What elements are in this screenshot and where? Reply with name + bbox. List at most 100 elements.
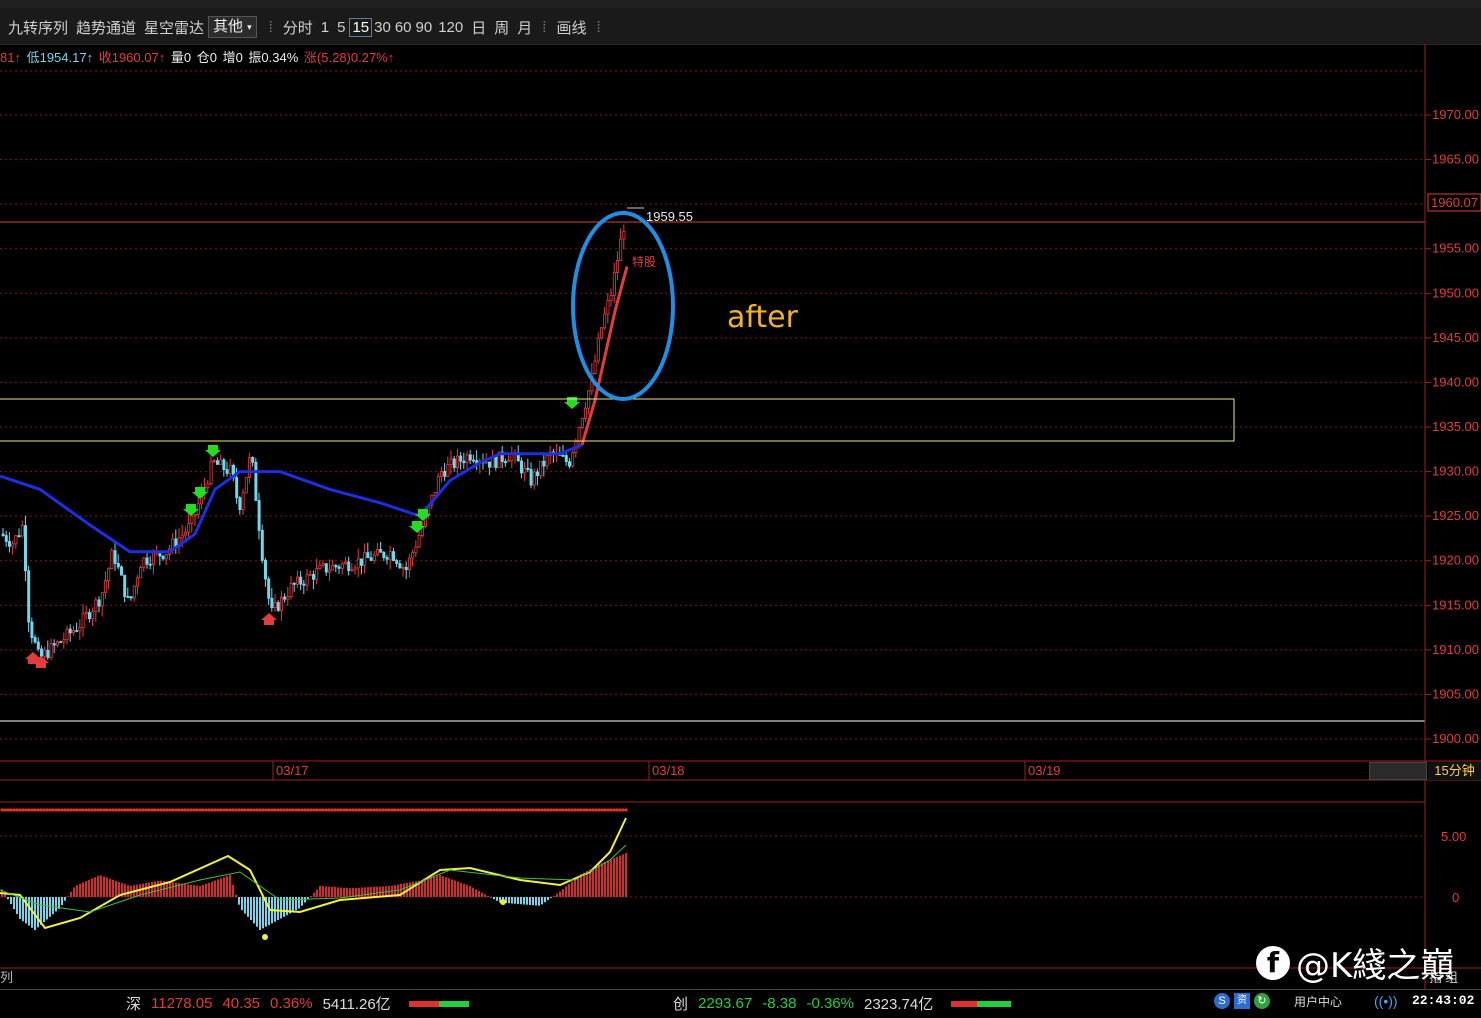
- candle-body: [161, 555, 165, 560]
- top-dot: [168, 808, 172, 812]
- period-60[interactable]: 60: [393, 19, 414, 36]
- top-dot: [573, 808, 577, 812]
- top-dot: [69, 808, 73, 812]
- draw-line-button[interactable]: 画线: [552, 17, 590, 38]
- candle-body: [455, 455, 459, 468]
- user-center-link[interactable]: 用户中心: [1294, 993, 1342, 1010]
- top-dot: [18, 808, 22, 812]
- candle-body: [536, 471, 540, 476]
- top-dot: [603, 808, 607, 812]
- candle-body: [459, 455, 463, 462]
- candle-body: [212, 460, 216, 463]
- date-label-0317: 03/17: [276, 763, 309, 778]
- top-dot: [87, 808, 91, 812]
- candle-body: [286, 596, 290, 600]
- top-dot: [117, 808, 121, 812]
- candle-body: [4, 535, 8, 542]
- news-icon[interactable]: 资: [1234, 993, 1250, 1009]
- candle-body: [616, 260, 620, 273]
- stock-tag-label: 特股: [632, 254, 656, 269]
- candle-body: [350, 569, 354, 572]
- facebook-icon: f: [1256, 945, 1290, 980]
- candle-body: [27, 570, 31, 623]
- top-dot: [477, 808, 481, 812]
- top-dot: [258, 808, 262, 812]
- refresh-icon[interactable]: ↻: [1254, 993, 1270, 1009]
- top-dot: [378, 808, 382, 812]
- top-dot: [498, 808, 502, 812]
- cy-index-group[interactable]: 创 2293.67 -8.38 -0.36% 2323.74亿: [673, 993, 1012, 1014]
- candle-body: [91, 611, 95, 620]
- top-dot: [366, 808, 370, 812]
- candle-body: [110, 550, 114, 569]
- candle-body: [584, 407, 588, 419]
- top-dot: [390, 808, 394, 812]
- top-dot: [531, 808, 535, 812]
- indicator-select[interactable]: 其他 ▾: [208, 16, 257, 38]
- top-dot: [588, 808, 592, 812]
- top-dot: [441, 808, 445, 812]
- price-label: 1910.00: [1432, 642, 1479, 657]
- current-price-value: 1960.07: [1431, 195, 1478, 210]
- candle-body: [1, 533, 5, 536]
- candle-body: [68, 628, 72, 634]
- top-dot: [468, 808, 472, 812]
- period-month[interactable]: 月: [513, 17, 536, 38]
- top-dot: [231, 808, 235, 812]
- candle-body: [215, 460, 219, 465]
- candle-body: [219, 459, 223, 465]
- price-label: 1940.00: [1432, 374, 1479, 389]
- price-label: 1965.00: [1432, 152, 1479, 167]
- top-dot: [516, 808, 520, 812]
- candle-body: [520, 460, 524, 474]
- period-30[interactable]: 30: [372, 19, 393, 36]
- top-dot: [57, 808, 61, 812]
- top-dot: [555, 808, 559, 812]
- period-120[interactable]: 120: [434, 19, 467, 36]
- top-dot: [624, 808, 628, 812]
- kline-chart[interactable]: 1959.55 特股 after 1970.00 1965.00 1955.00 19…: [0, 44, 1481, 989]
- chart-scrollbar[interactable]: [1369, 762, 1427, 780]
- price-label: 1900.00: [1432, 731, 1479, 746]
- signal-icon: ((•)): [1374, 993, 1398, 1009]
- period-5[interactable]: 5: [333, 19, 349, 36]
- period-day[interactable]: 日: [467, 17, 490, 38]
- candle-body: [462, 460, 466, 464]
- sz-change: 40.35: [222, 995, 261, 1012]
- candle-body: [62, 639, 66, 643]
- macd-histogram: [1, 853, 627, 930]
- candle-body: [142, 557, 146, 568]
- candle-body: [327, 569, 331, 573]
- top-dot: [282, 808, 286, 812]
- period-90[interactable]: 90: [414, 19, 435, 36]
- candle-body: [446, 464, 450, 477]
- period-1[interactable]: 1: [317, 19, 333, 36]
- top-dot: [54, 808, 58, 812]
- candle-body: [120, 566, 124, 576]
- left-tab-list[interactable]: 列: [0, 971, 13, 986]
- top-dot: [585, 808, 589, 812]
- top-dot: [324, 808, 328, 812]
- tab-trend-channel[interactable]: 趋势通道: [72, 17, 140, 38]
- candle-body: [532, 471, 536, 486]
- top-dot: [438, 808, 442, 812]
- period-week[interactable]: 周: [490, 17, 513, 38]
- sz-index-group[interactable]: 深 11278.05 40.35 0.36% 5411.26亿: [126, 993, 469, 1014]
- candle-body: [78, 627, 82, 632]
- sz-breadth-bar: [408, 1000, 469, 1007]
- s-icon[interactable]: S: [1214, 993, 1230, 1009]
- top-dot: [48, 808, 52, 812]
- tab-nine-sequence[interactable]: 九转序列: [0, 17, 72, 38]
- top-dot: [177, 808, 181, 812]
- top-dot: [285, 808, 289, 812]
- candle-body: [279, 596, 283, 611]
- sell-arrow: [205, 445, 221, 457]
- top-dot: [423, 808, 427, 812]
- tab-star-radar[interactable]: 星空雷达: [140, 17, 208, 38]
- candle-body: [484, 461, 488, 464]
- candle-body: [407, 557, 411, 571]
- candle-body: [46, 649, 50, 659]
- period-intraday[interactable]: 分时: [279, 17, 317, 38]
- top-dot: [123, 808, 127, 812]
- period-15[interactable]: 15: [349, 17, 373, 37]
